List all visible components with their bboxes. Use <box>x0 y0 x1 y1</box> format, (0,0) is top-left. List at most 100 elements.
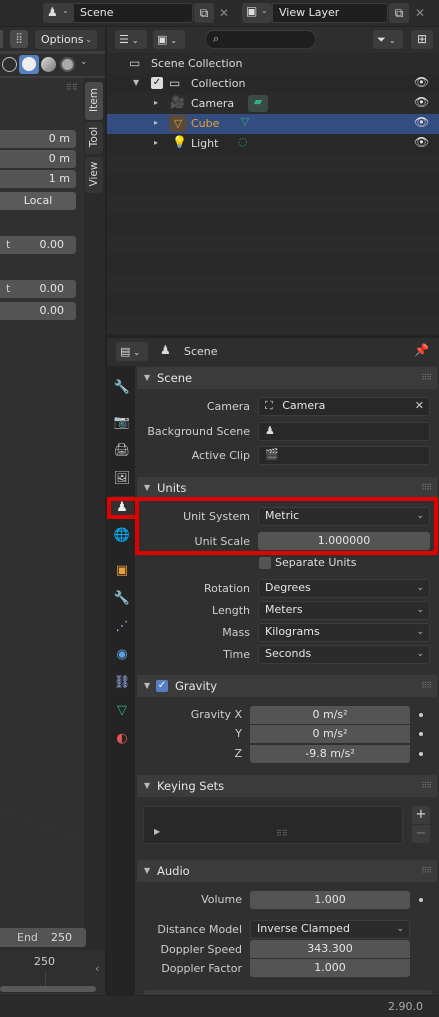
chevron-down-icon[interactable]: ⌄ <box>80 57 88 67</box>
mass-dropdown[interactable]: Kilograms ⌄ <box>258 623 430 642</box>
gravity-checkbox[interactable]: ✓ <box>156 680 168 692</box>
doppler-factor-field[interactable]: 1.000 <box>250 959 410 977</box>
eye-icon[interactable]: 👁 <box>414 115 429 129</box>
tool-tab-icon[interactable]: 🔧 <box>110 376 134 398</box>
editor-type-button[interactable]: ☰ ⌄ <box>115 30 147 49</box>
render-tab-icon[interactable]: 📷 <box>110 411 134 433</box>
location-x-field[interactable]: 0 m <box>0 130 76 148</box>
data-tab-icon[interactable]: ▽ <box>110 699 134 721</box>
active-clip-field[interactable]: 🎬 <box>258 446 430 465</box>
remove-keying-set-button[interactable]: − <box>412 825 430 843</box>
scene-collection-row[interactable]: ▭ Scene Collection <box>107 54 439 74</box>
active-clip-label: Active Clip <box>191 449 250 462</box>
tab-tool[interactable]: Tool <box>85 122 103 154</box>
material-tab-icon[interactable]: ◐ <box>110 727 134 749</box>
object-tab-icon[interactable]: ▣ <box>110 559 134 581</box>
gravity-z-field[interactable]: -9.8 m/s² <box>250 745 410 763</box>
location-z-field[interactable]: 1 m <box>0 170 76 188</box>
view-layer-name-field[interactable]: View Layer <box>272 3 388 23</box>
gravity-x-field[interactable]: 0 m/s² <box>250 706 410 724</box>
length-dropdown[interactable]: Meters ⌄ <box>258 601 430 620</box>
units-panel-header[interactable]: ▼ Units ⠿⠿ <box>137 477 437 499</box>
collection-checkbox[interactable]: ✓ <box>151 77 163 89</box>
frame-end-field[interactable]: End 250 <box>0 928 86 947</box>
scene-name-field[interactable]: Scene <box>73 3 193 23</box>
list-resize-grip[interactable]: ⠿⠿ <box>276 829 288 838</box>
value-field[interactable]: 0.00 <box>0 302 76 320</box>
mesh-data-icon[interactable]: ▽ <box>235 115 255 132</box>
value-field[interactable]: t 0.00 <box>0 280 76 298</box>
modifier-tab-icon[interactable]: 🔧 <box>110 587 134 609</box>
animate-dot[interactable] <box>419 713 423 717</box>
eye-icon[interactable]: 👁 <box>414 75 429 89</box>
eye-icon[interactable]: 👁 <box>414 95 429 109</box>
scene-selector[interactable]: ♟ ⌄ <box>43 3 73 23</box>
keying-sets-panel-header[interactable]: ▼ Keying Sets ⠿⠿ <box>137 775 437 797</box>
copy-scene-icon[interactable]: ⧉ <box>194 3 214 23</box>
add-keying-set-button[interactable]: + <box>412 806 430 824</box>
world-tab-icon[interactable]: 🌐 <box>110 524 134 546</box>
time-dropdown[interactable]: Seconds ⌄ <box>258 645 430 664</box>
collection-row[interactable]: ▼ ✓ ▭ Collection 👁 <box>107 74 439 94</box>
options-dropdown[interactable]: Options ⌄ <box>35 30 97 49</box>
eye-icon[interactable]: 👁 <box>414 135 429 149</box>
rendered-shading-icon[interactable] <box>60 57 75 72</box>
viewport-button[interactable] <box>0 30 3 48</box>
constraints-tab-icon[interactable]: ⛓ <box>110 671 134 693</box>
distance-model-dropdown[interactable]: Inverse Clamped ⌄ <box>250 920 410 939</box>
display-mode-button[interactable]: ▣ ⌄ <box>153 30 185 49</box>
physics-tab-icon[interactable]: ◉ <box>110 643 134 665</box>
volume-field[interactable]: 1.000 <box>250 891 410 909</box>
animate-dot[interactable] <box>419 732 423 736</box>
view-layer-tab-icon[interactable]: 🖼 <box>110 467 134 489</box>
animate-dot[interactable] <box>419 898 423 902</box>
snap-icon[interactable]: ⣿ <box>10 30 28 48</box>
pin-icon[interactable]: 📌 <box>414 343 429 357</box>
keying-sets-list[interactable]: ▶ ⠿⠿ <box>143 806 403 844</box>
tab-item[interactable]: Item <box>85 82 103 120</box>
distance-model-label: Distance Model <box>157 923 242 936</box>
material-shading-icon[interactable] <box>41 57 56 72</box>
view-layer-selector[interactable]: ▣ ⌄ <box>242 3 272 23</box>
camera-field[interactable]: ⛶ Camera ✕ <box>258 397 430 416</box>
scene-icon: ♟ <box>47 5 58 19</box>
light-data-icon[interactable]: ◌ <box>238 135 248 148</box>
solid-shading-icon[interactable] <box>19 55 39 74</box>
output-tab-icon[interactable]: 🖨 <box>110 439 134 461</box>
local-button[interactable]: Local <box>0 192 76 210</box>
close-icon[interactable]: ✕ <box>412 3 428 23</box>
gravity-y-field[interactable]: 0 m/s² <box>250 725 410 743</box>
outliner-item-camera[interactable]: ▸ 🎥 Camera ▰ 👁 <box>107 94 439 114</box>
particles-tab-icon[interactable]: ⋰ <box>110 615 134 637</box>
properties-header <box>107 338 439 366</box>
doppler-speed-field[interactable]: 343.300 <box>250 940 410 958</box>
outliner-row-stripe <box>107 154 439 174</box>
separate-units-checkbox[interactable] <box>259 557 271 569</box>
value-field[interactable]: t 0.00 <box>0 236 76 254</box>
camera-data-icon[interactable]: ▰ <box>248 95 268 112</box>
tab-view[interactable]: View <box>85 157 103 193</box>
panel-grip: ⠿⠿ <box>66 83 78 92</box>
outliner-item-cube[interactable]: ▸ ▽ Cube ▽ 👁 <box>107 114 439 134</box>
scene-panel-header[interactable]: ▼ Scene ⠿⠿ <box>137 367 437 389</box>
timeline-scrollbar[interactable] <box>0 986 96 992</box>
close-icon[interactable]: ✕ <box>216 3 232 23</box>
close-icon[interactable]: ✕ <box>415 398 424 414</box>
chevron-left-icon[interactable]: ‹ <box>95 962 99 975</box>
rotation-dropdown[interactable]: Degrees ⌄ <box>258 579 430 598</box>
background-scene-field[interactable]: ♟ <box>258 422 430 441</box>
new-collection-icon[interactable]: ⊞ <box>411 30 433 49</box>
editor-type-button[interactable]: ▤ ⌄ <box>116 342 148 361</box>
gravity-panel-header[interactable]: ▼ ✓ Gravity ⠿⠿ <box>137 675 437 697</box>
field-label: t <box>6 282 11 295</box>
copy-view-layer-icon[interactable]: ⧉ <box>389 3 409 23</box>
outliner-item-light[interactable]: ▸ 💡 Light ◌ 👁 <box>107 134 439 154</box>
outliner-search-input[interactable]: ⌕ <box>205 30 316 49</box>
wireframe-shading-icon[interactable] <box>2 57 17 72</box>
chevron-right-icon: ▸ <box>154 138 159 147</box>
filter-icon[interactable]: ⏷ ⌄ <box>373 30 403 49</box>
light-label: Light <box>191 137 219 150</box>
animate-dot[interactable] <box>419 752 423 756</box>
audio-panel-header[interactable]: ▼ Audio ⠿⠿ <box>137 860 437 882</box>
location-y-field[interactable]: 0 m <box>0 150 76 168</box>
